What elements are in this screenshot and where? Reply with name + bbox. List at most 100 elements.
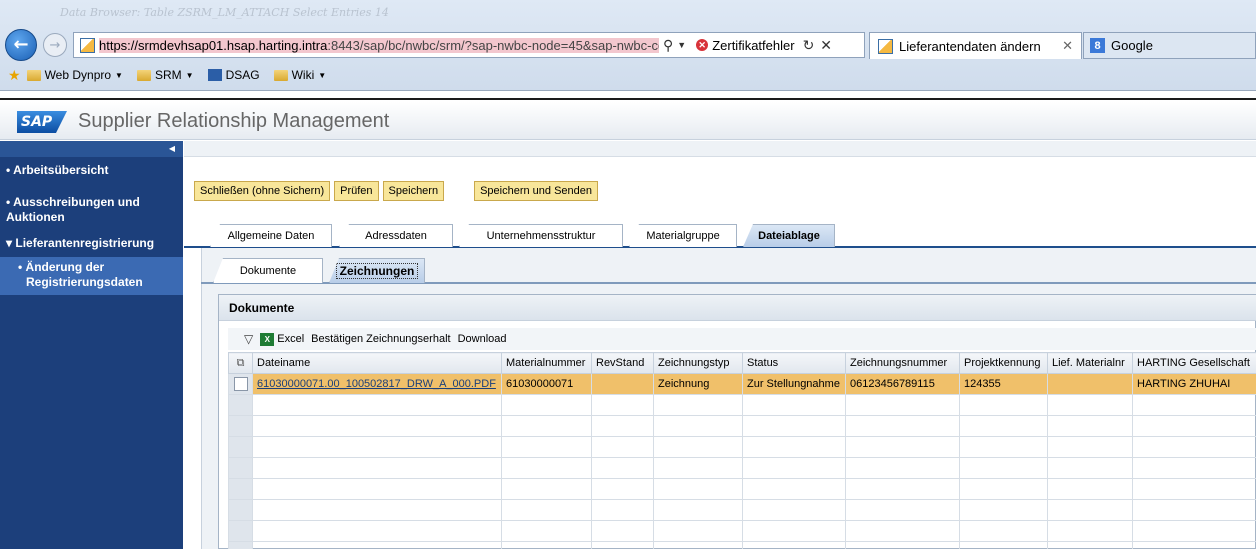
- tab-unternehmensstruktur[interactable]: Unternehmensstruktur: [459, 224, 623, 247]
- google-icon: 8: [1090, 38, 1105, 53]
- url-path: :8443/sap/bc/nwbc/srm/?sap-nwbc-node=45&…: [327, 37, 659, 53]
- chevron-down-icon: ▼: [185, 70, 194, 80]
- table-cell: 61030000071: [501, 373, 592, 395]
- column-header[interactable]: Zeichnungstyp: [653, 352, 743, 374]
- browser-tab-label: Lieferantendaten ändern: [899, 38, 1041, 54]
- excel-icon: X: [260, 332, 275, 346]
- sidebar-item-aenderung-registrierungsdaten[interactable]: • Änderung der Registrierungsdaten: [0, 260, 176, 290]
- address-bar[interactable]: https://srmdevhsap01.hsap.harting.intra:…: [73, 32, 865, 58]
- table-toolbar: ▽ X Excel Bestätigen Zeichnungserhalt Dow…: [228, 328, 1256, 350]
- tab-adressdaten[interactable]: Adressdaten: [339, 224, 453, 247]
- browser-tab-active[interactable]: Lieferantendaten ändern ✕: [869, 32, 1082, 59]
- forward-button[interactable]: →: [43, 33, 67, 57]
- row-selector[interactable]: [228, 520, 253, 542]
- sidebar-item-arbeitsuebersicht[interactable]: • Arbeitsübersicht: [0, 163, 183, 178]
- empty-row: [228, 520, 1256, 542]
- row-selector[interactable]: [228, 499, 253, 521]
- favorite-dsag[interactable]: DSAG: [207, 68, 260, 82]
- table-cell: Zeichnung: [653, 373, 743, 395]
- tab-zeichnungen[interactable]: Zeichnungen: [329, 258, 425, 283]
- close-without-save-button[interactable]: Schließen (ohne Sichern): [194, 181, 331, 201]
- column-header[interactable]: Materialnummer: [501, 352, 592, 374]
- row-selector[interactable]: [228, 478, 253, 500]
- table-cell: 06123456789115: [845, 373, 960, 395]
- search-icon[interactable]: ⚲: [663, 37, 673, 54]
- sub-tabstrip: Dokumente Zeichnungen: [201, 258, 1256, 284]
- url-host: https://srmdevhsap01.hsap.harting.intra: [99, 37, 328, 53]
- confirm-drawing-button[interactable]: Bestätigen Zeichnungserhalt: [311, 333, 450, 345]
- column-header[interactable]: Zeichnungsnummer: [845, 352, 960, 374]
- row-selector[interactable]: [228, 415, 253, 437]
- sidebar-item-ausschreibungen[interactable]: • Ausschreibungen und Auktionen: [0, 195, 150, 225]
- close-icon[interactable]: ✕: [1062, 38, 1073, 54]
- empty-row: [228, 541, 1256, 549]
- empty-row: [228, 415, 1256, 437]
- browser-tab-google[interactable]: 8 Google: [1083, 32, 1256, 59]
- tab-dateiablage[interactable]: Dateiablage: [743, 224, 835, 247]
- page-favicon: [80, 37, 95, 53]
- chevron-down-icon: ▼: [115, 70, 123, 80]
- column-header[interactable]: Dateiname: [252, 352, 502, 374]
- empty-row: [228, 478, 1256, 500]
- group-title: Dokumente: [219, 295, 1256, 321]
- row-selector[interactable]: [228, 541, 253, 549]
- save-button[interactable]: Speichern: [382, 181, 445, 201]
- empty-row: [228, 394, 1256, 416]
- favorite-web-dynpro[interactable]: Web Dynpro ▼: [26, 68, 123, 82]
- column-header[interactable]: RevStand: [591, 352, 654, 374]
- cert-error-label[interactable]: Zertifikatfehler: [712, 38, 794, 53]
- file-link[interactable]: 61030000071.00_100502817_DRW_A_000.PDF: [257, 378, 496, 390]
- arrow-right-icon: →: [49, 37, 61, 53]
- excel-button[interactable]: X Excel: [260, 332, 304, 346]
- tab-materialgruppe[interactable]: Materialgruppe: [629, 224, 737, 247]
- folder-icon: [136, 69, 151, 81]
- check-button[interactable]: Prüfen: [334, 181, 379, 201]
- browser-tab-label: Google: [1111, 38, 1153, 53]
- chevron-down-icon: ▼: [318, 70, 327, 80]
- folder-icon: [26, 69, 41, 81]
- favorites-bar: ★ Web Dynpro ▼ SRM ▼ DSAG Wiki ▼: [0, 64, 1256, 86]
- tab-dokumente[interactable]: Dokumente: [213, 258, 323, 283]
- empty-row: [228, 436, 1256, 458]
- table-cell: [1047, 373, 1133, 395]
- filter-icon[interactable]: ▽: [244, 332, 253, 346]
- window-title-ghost: Data Browser: Table ZSRM_LM_ATTACH Selec…: [60, 6, 389, 19]
- arrow-left-icon: ←: [13, 34, 29, 55]
- back-button[interactable]: ←: [5, 29, 37, 61]
- tab-allgemeine-daten[interactable]: Allgemeine Daten: [210, 224, 332, 247]
- favorites-star-icon[interactable]: ★: [8, 67, 21, 84]
- drawings-table: ⧉ Dateiname Materialnummer RevStand Zeic…: [228, 352, 1256, 549]
- table-header-row: ⧉ Dateiname Materialnummer RevStand Zeic…: [228, 352, 1256, 374]
- empty-row: [228, 457, 1256, 479]
- empty-row: [228, 499, 1256, 521]
- header-top-line: [0, 92, 1256, 100]
- sidebar-collapse-button[interactable]: ◀: [0, 141, 183, 157]
- column-header[interactable]: HARTING Gesellschaft: [1132, 352, 1256, 374]
- table-row[interactable]: 61030000071.00_100502817_DRW_A_000.PDF 6…: [228, 373, 1256, 395]
- table-cell: HARTING ZHUHAI: [1132, 373, 1256, 395]
- download-button[interactable]: Download: [458, 333, 507, 345]
- row-selector[interactable]: [228, 436, 253, 458]
- table-cell: [591, 373, 654, 395]
- column-header[interactable]: Status: [742, 352, 846, 374]
- reload-icon[interactable]: ↻: [803, 37, 815, 54]
- main-tabstrip: Allgemeine Daten Adressdaten Unternehmen…: [184, 224, 1256, 248]
- cell-dateiname[interactable]: 61030000071.00_100502817_DRW_A_000.PDF: [252, 373, 502, 395]
- folder-icon: [273, 69, 288, 81]
- cert-error-icon[interactable]: ✕: [696, 39, 709, 51]
- chevron-down-icon[interactable]: ▼: [677, 40, 686, 50]
- column-header[interactable]: Lief. Materialnr: [1047, 352, 1133, 374]
- stop-icon[interactable]: ✕: [820, 37, 832, 54]
- row-checkbox[interactable]: [233, 377, 248, 391]
- table-cell: Zur Stellungnahme: [742, 373, 846, 395]
- row-selector[interactable]: [228, 457, 253, 479]
- favorite-srm[interactable]: SRM ▼: [136, 68, 194, 82]
- row-selector[interactable]: [228, 373, 253, 395]
- sidebar-item-lieferantenregistrierung[interactable]: ▾ Lieferantenregistrierung: [0, 236, 183, 251]
- row-selector[interactable]: [228, 394, 253, 416]
- url-text[interactable]: https://srmdevhsap01.hsap.harting.intra:…: [99, 37, 659, 53]
- save-and-send-button[interactable]: Speichern und Senden: [474, 181, 599, 201]
- column-header[interactable]: Projektkennung: [959, 352, 1048, 374]
- select-all-icon[interactable]: ⧉: [228, 352, 253, 374]
- favorite-wiki[interactable]: Wiki ▼: [273, 68, 327, 82]
